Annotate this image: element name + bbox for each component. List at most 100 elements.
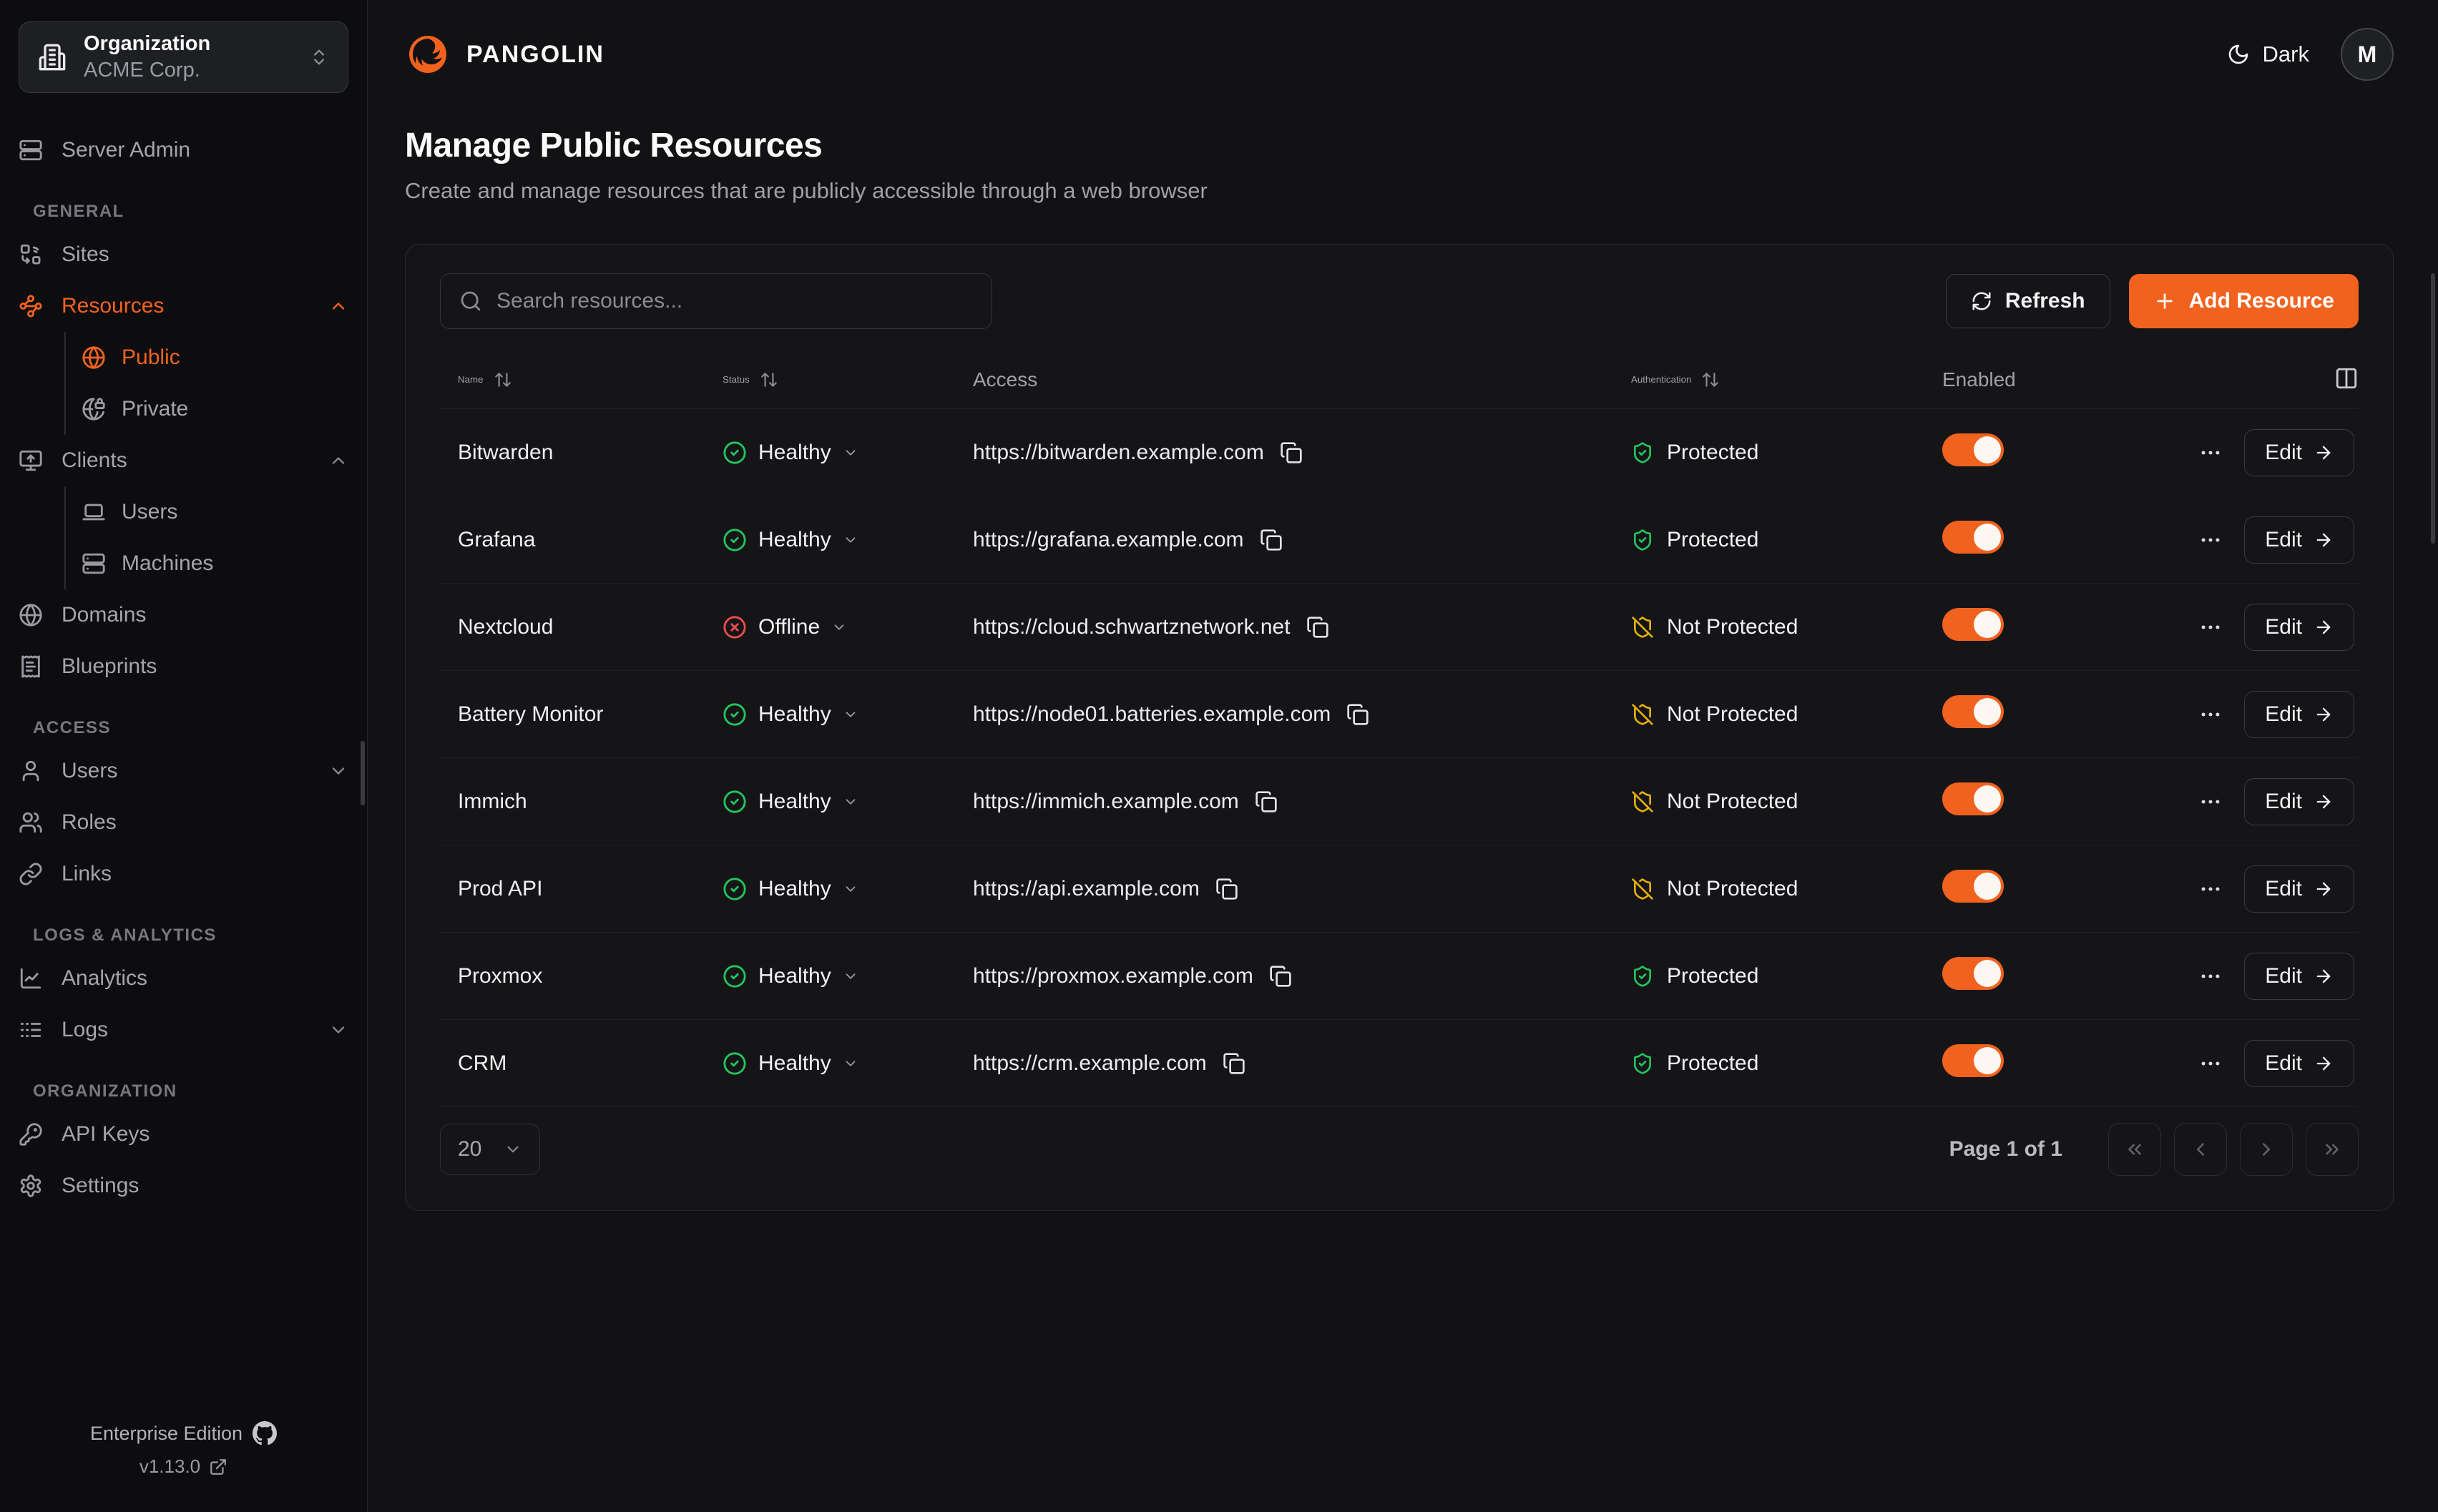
enabled-toggle[interactable] [1942,1044,2004,1077]
column-header-name[interactable]: Name [458,370,723,389]
next-page-button[interactable] [2240,1123,2293,1176]
search-box [440,273,992,329]
enabled-toggle[interactable] [1942,433,2004,466]
edit-button[interactable]: Edit [2244,604,2354,651]
sidebar-item-settings[interactable]: Settings [19,1160,348,1212]
status-dropdown[interactable]: Offline [723,615,847,639]
row-menu-button[interactable] [2198,877,2223,901]
status-dropdown[interactable]: Healthy [723,528,858,552]
column-settings-button[interactable] [2334,366,2359,393]
status-dropdown[interactable]: Healthy [723,877,858,901]
avatar[interactable]: M [2341,28,2394,81]
shield-check-icon [1631,441,1654,464]
chevron-down-icon [843,445,858,461]
search-icon [459,290,482,313]
org-selector[interactable]: Organization ACME Corp. [19,21,348,93]
resource-name: Bitwarden [458,441,723,465]
status-dropdown[interactable]: Healthy [723,441,858,465]
column-header-status[interactable]: Status [723,370,973,389]
refresh-button[interactable]: Refresh [1946,274,2110,328]
sidebar-item-machines[interactable]: Machines [82,538,348,589]
edit-button[interactable]: Edit [2244,778,2354,825]
add-resource-button[interactable]: Add Resource [2129,274,2359,328]
row-menu-button[interactable] [2198,702,2223,727]
sidebar-item-resources[interactable]: Resources [19,280,348,332]
healthy-icon [723,877,747,901]
previous-page-button[interactable] [2174,1123,2227,1176]
first-page-button[interactable] [2108,1123,2161,1176]
sidebar-item-sites[interactable]: Sites [19,229,348,280]
copy-url-button[interactable] [1215,878,1238,900]
sidebar-scrollbar-thumb[interactable] [361,741,365,805]
copy-url-button[interactable] [1260,529,1283,551]
edit-button[interactable]: Edit [2244,516,2354,564]
resource-name: Nextcloud [458,615,723,639]
page-scrollbar-thumb[interactable] [2431,273,2435,544]
sidebar-item-clients[interactable]: Clients [19,435,348,486]
edit-button[interactable]: Edit [2244,1040,2354,1087]
ellipsis-icon [2198,1051,2223,1076]
sidebar-item-domains[interactable]: Domains [19,589,348,641]
version-link[interactable]: v1.13.0 [139,1455,227,1478]
resource-name: Immich [458,790,723,814]
sidebar-item-private[interactable]: Private [82,383,348,435]
github-icon[interactable] [253,1421,277,1445]
enabled-toggle[interactable] [1942,870,2004,903]
theme-toggle-button[interactable]: Dark [2227,41,2309,67]
column-header-authentication[interactable]: Authentication [1631,370,1942,389]
copy-url-button[interactable] [1306,616,1329,639]
arrow-right-icon [2314,1054,2334,1074]
gear-icon [19,1174,43,1198]
enabled-toggle[interactable] [1942,957,2004,990]
row-menu-button[interactable] [2198,790,2223,814]
page-size-select[interactable]: 20 [440,1124,540,1175]
arrow-right-icon [2314,617,2334,637]
user-icon [19,759,43,783]
plus-icon [2153,290,2176,313]
sidebar-item-users[interactable]: Users [19,745,348,797]
enabled-toggle[interactable] [1942,608,2004,641]
sidebar-item-links[interactable]: Links [19,848,348,900]
row-menu-button[interactable] [2198,615,2223,639]
enabled-toggle[interactable] [1942,521,2004,554]
sidebar-item-roles[interactable]: Roles [19,797,348,848]
row-menu-button[interactable] [2198,528,2223,552]
edit-button[interactable]: Edit [2244,429,2354,476]
sidebar-item-blueprints[interactable]: Blueprints [19,641,348,692]
sidebar-item-logs[interactable]: Logs [19,1004,348,1056]
sidebar-item-client-users[interactable]: Users [82,486,348,538]
status-dropdown[interactable]: Healthy [723,702,858,727]
last-page-button[interactable] [2306,1123,2359,1176]
org-selector-value: ACME Corp. [84,59,292,82]
search-input[interactable] [496,289,973,313]
column-header-access: Access [973,368,1631,391]
ellipsis-icon [2198,877,2223,901]
edit-button[interactable]: Edit [2244,953,2354,1000]
brand[interactable]: PANGOLIN [405,31,604,77]
copy-url-button[interactable] [1255,790,1278,813]
enabled-toggle[interactable] [1942,782,2004,815]
status-dropdown[interactable]: Healthy [723,1051,858,1076]
sidebar-item-server-admin[interactable]: Server Admin [19,124,348,176]
edit-button[interactable]: Edit [2244,691,2354,738]
copy-url-button[interactable] [1346,703,1369,726]
row-menu-button[interactable] [2198,964,2223,988]
copy-url-button[interactable] [1223,1052,1245,1075]
auth-label: Protected [1667,441,1758,465]
sidebar-item-api-keys[interactable]: API Keys [19,1109,348,1160]
resource-name: Proxmox [458,964,723,988]
row-menu-button[interactable] [2198,1051,2223,1076]
copy-url-button[interactable] [1280,441,1303,464]
auth-label: Not Protected [1667,615,1798,639]
section-header-logs: LOGS & ANALYTICS [33,926,348,946]
copy-url-button[interactable] [1269,965,1292,988]
edit-button[interactable]: Edit [2244,865,2354,913]
row-menu-button[interactable] [2198,441,2223,465]
arrow-right-icon [2314,879,2334,899]
sidebar-item-analytics[interactable]: Analytics [19,953,348,1004]
auth-label: Not Protected [1667,790,1798,814]
sidebar-item-public[interactable]: Public [82,332,348,383]
status-dropdown[interactable]: Healthy [723,790,858,814]
status-dropdown[interactable]: Healthy [723,964,858,988]
enabled-toggle[interactable] [1942,695,2004,728]
